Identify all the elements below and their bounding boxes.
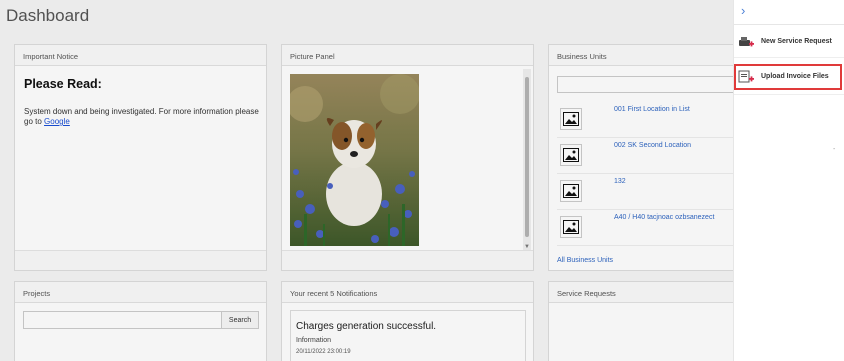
divider (734, 94, 844, 95)
chevron-right-icon[interactable]: › (741, 3, 745, 18)
service-request-icon (738, 35, 754, 49)
drawer-header: › (734, 0, 844, 25)
selection-highlight (734, 64, 842, 90)
divider (734, 57, 844, 58)
drawer-dot: - (833, 146, 836, 153)
new-service-request-button[interactable]: New Service Request (734, 31, 844, 53)
overlay-dim[interactable] (0, 0, 733, 361)
dashboard: Dashboard Important Notice Please Read: … (0, 0, 733, 361)
drawer-item-label: New Service Request (761, 38, 832, 45)
quick-actions-drawer: › New Service Request Upload Invoice Fil… (733, 0, 844, 361)
